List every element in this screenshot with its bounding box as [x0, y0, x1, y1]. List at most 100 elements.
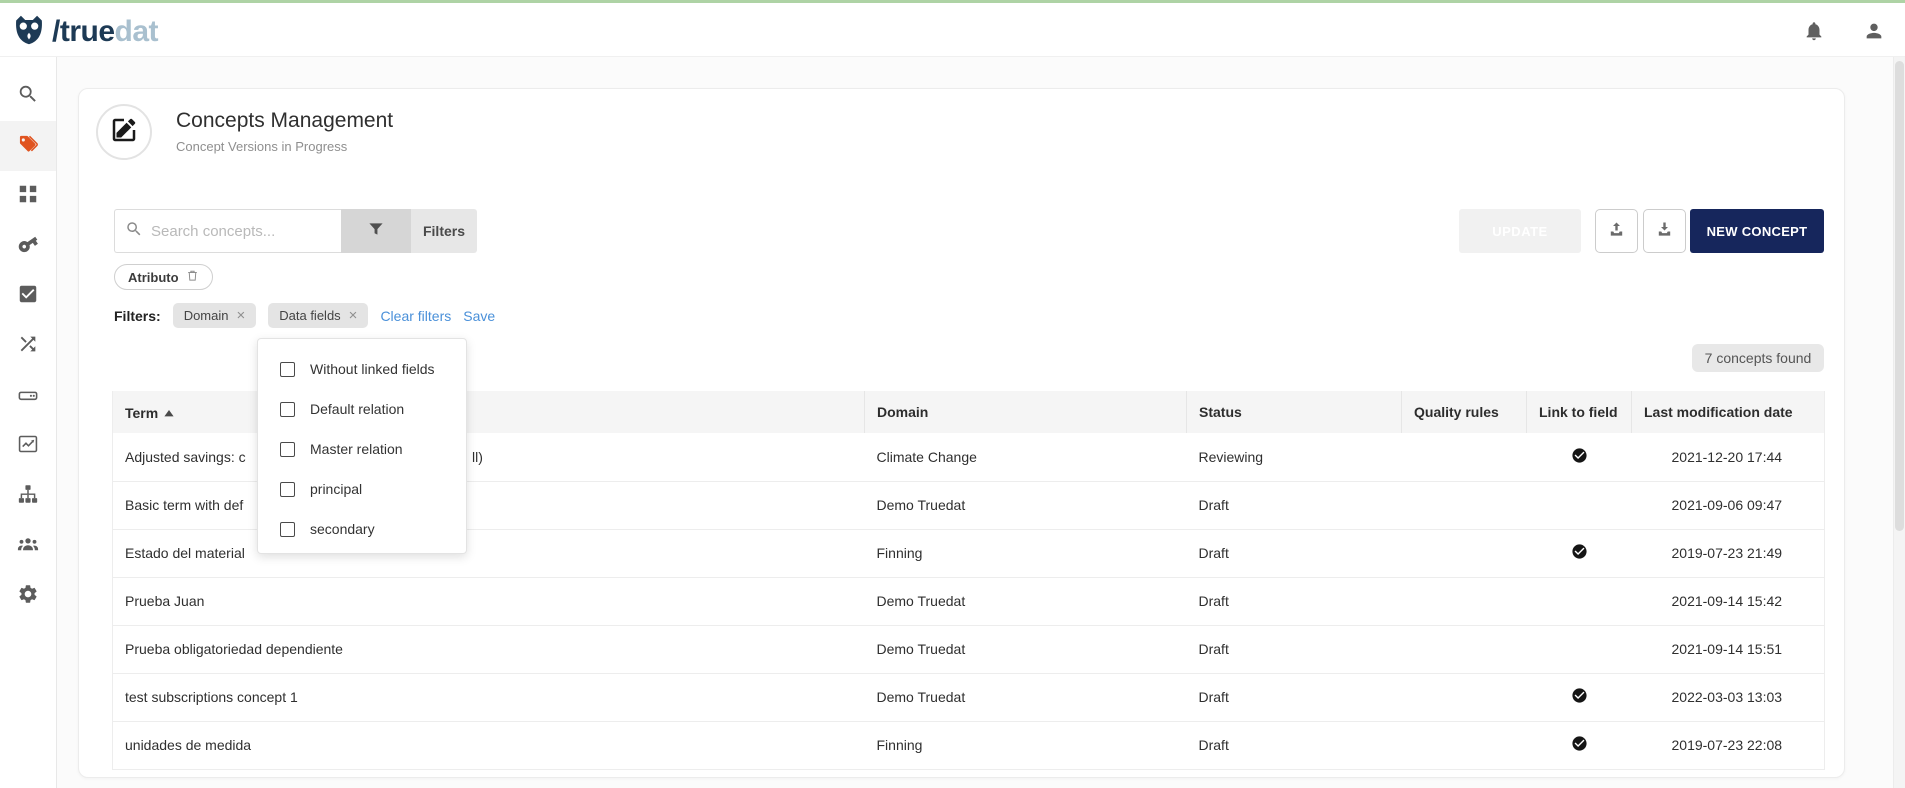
check-square-icon	[17, 283, 39, 310]
dropdown-option-master-relation[interactable]: Master relation	[258, 429, 466, 469]
truedat-logo[interactable]: /truedat	[10, 10, 158, 53]
quality-rules-cell	[1402, 673, 1527, 721]
grid-icon	[17, 183, 39, 210]
status-cell: Draft	[1187, 481, 1402, 529]
dropdown-option-label: principal	[310, 481, 362, 497]
page-title: Concepts Management	[176, 109, 393, 133]
last-modification-cell: 2019-07-23 22:08	[1632, 721, 1825, 769]
sidebar-item-users[interactable]	[0, 521, 56, 571]
filters-button-label: Filters	[423, 223, 465, 239]
page-icon-circle	[96, 104, 152, 160]
sort-asc-icon	[164, 404, 174, 420]
quality-rules-cell	[1402, 481, 1527, 529]
sidebar	[0, 57, 57, 788]
column-header-last-modification-date[interactable]: Last modification date	[1632, 391, 1825, 433]
trash-icon[interactable]	[186, 269, 199, 285]
checkbox[interactable]	[280, 402, 295, 417]
dropdown-option-label: Default relation	[310, 401, 404, 417]
checkbox[interactable]	[280, 362, 295, 377]
close-icon[interactable]: ×	[236, 310, 245, 321]
search-icon	[125, 220, 143, 243]
quality-rules-cell	[1402, 625, 1527, 673]
column-header-status[interactable]: Status	[1187, 391, 1402, 433]
check-circle-icon	[1571, 739, 1588, 755]
scrollbar-thumb[interactable]	[1895, 61, 1904, 531]
domain-cell: Demo Truedat	[865, 673, 1187, 721]
search-input[interactable]	[151, 223, 321, 240]
checkbox[interactable]	[280, 482, 295, 497]
table-row[interactable]: unidades de medida Finning Draft 2019-07…	[113, 721, 1825, 769]
filters-bar-label: Filters:	[114, 308, 161, 324]
topbar: /truedat	[0, 0, 1905, 57]
close-icon[interactable]: ×	[349, 310, 358, 321]
column-header-link-to-field[interactable]: Link to field	[1527, 391, 1632, 433]
table-row[interactable]: Prueba Juan Demo Truedat Draft 2021-09-1…	[113, 577, 1825, 625]
filter-chip-domain[interactable]: Domain ×	[173, 303, 257, 328]
notifications-bell-icon[interactable]	[1803, 20, 1825, 42]
search-icon	[17, 83, 39, 110]
domain-cell: Finning	[865, 529, 1187, 577]
owl-logo-icon	[10, 10, 48, 53]
term-cell: Estado del material	[113, 529, 865, 577]
last-modification-cell: 2022-03-03 13:03	[1632, 673, 1825, 721]
link-to-field-cell	[1527, 529, 1632, 577]
sidebar-item-settings[interactable]	[0, 571, 56, 621]
gear-icon	[17, 583, 39, 610]
save-filters-link[interactable]: Save	[463, 308, 495, 324]
filter-funnel-button[interactable]	[341, 209, 411, 253]
sidebar-item-taxonomy[interactable]	[0, 471, 56, 521]
sidebar-item-lineage[interactable]	[0, 321, 56, 371]
sidebar-item-quality[interactable]	[0, 271, 56, 321]
table-row[interactable]: Prueba obligatoriedad dependiente Demo T…	[113, 625, 1825, 673]
shuffle-icon	[17, 333, 39, 360]
new-concept-button-label: NEW CONCEPT	[1707, 224, 1808, 239]
users-icon	[17, 533, 39, 560]
term-cell: Prueba obligatoriedad dependiente	[113, 625, 865, 673]
clear-filters-link[interactable]: Clear filters	[380, 308, 451, 324]
sidebar-item-analytics[interactable]	[0, 421, 56, 471]
logo-text: /truedat	[52, 12, 158, 52]
sidebar-item-permissions[interactable]	[0, 221, 56, 271]
column-header-quality-rules[interactable]: Quality rules	[1402, 391, 1527, 433]
term-cell: Adjusted savings: cll)	[113, 433, 865, 481]
status-cell: Draft	[1187, 625, 1402, 673]
hard-drive-icon	[17, 383, 39, 410]
data-fields-filter-dropdown: Without linked fields Default relation M…	[257, 338, 467, 554]
sidebar-item-dashboards[interactable]	[0, 171, 56, 221]
new-concept-button[interactable]: NEW CONCEPT	[1690, 209, 1824, 253]
filter-chip-data-fields[interactable]: Data fields ×	[268, 303, 368, 328]
download-button[interactable]	[1643, 209, 1686, 253]
checkbox[interactable]	[280, 442, 295, 457]
dropdown-option-default-relation[interactable]: Default relation	[258, 389, 466, 429]
upload-button[interactable]	[1595, 209, 1638, 253]
filters-button[interactable]: Filters	[411, 209, 477, 253]
attribute-chip-atributo[interactable]: Atributo	[114, 264, 213, 290]
sidebar-item-concepts[interactable]	[0, 121, 56, 171]
dropdown-option-label: secondary	[310, 521, 375, 537]
link-to-field-cell	[1527, 721, 1632, 769]
checkbox[interactable]	[280, 522, 295, 537]
check-circle-icon	[1571, 691, 1588, 707]
search-group: Filters	[114, 209, 477, 253]
dropdown-option-secondary[interactable]: secondary	[258, 509, 466, 549]
quality-rules-cell	[1402, 577, 1527, 625]
term-cell: Prueba Juan	[113, 577, 865, 625]
dropdown-option-principal[interactable]: principal	[258, 469, 466, 509]
term-cell: Basic term with def	[113, 481, 865, 529]
page-scrollbar	[1893, 57, 1905, 788]
column-header-term[interactable]: Term	[113, 391, 865, 433]
sidebar-item-data-structures[interactable]	[0, 371, 56, 421]
user-profile-icon[interactable]	[1863, 20, 1885, 42]
filters-bar: Filters: Domain × Data fields × Clear fi…	[114, 303, 495, 328]
sidebar-item-search[interactable]	[0, 71, 56, 121]
domain-cell: Demo Truedat	[865, 625, 1187, 673]
update-button[interactable]: UPDATE	[1459, 209, 1581, 253]
check-circle-icon	[1571, 547, 1588, 563]
sitemap-icon	[17, 483, 39, 510]
column-header-domain[interactable]: Domain	[865, 391, 1187, 433]
dropdown-option-label: Master relation	[310, 441, 403, 457]
table-row[interactable]: test subscriptions concept 1 Demo Trueda…	[113, 673, 1825, 721]
dropdown-option-without-linked-fields[interactable]: Without linked fields	[258, 349, 466, 389]
quality-rules-cell	[1402, 721, 1527, 769]
search-box	[114, 209, 341, 253]
